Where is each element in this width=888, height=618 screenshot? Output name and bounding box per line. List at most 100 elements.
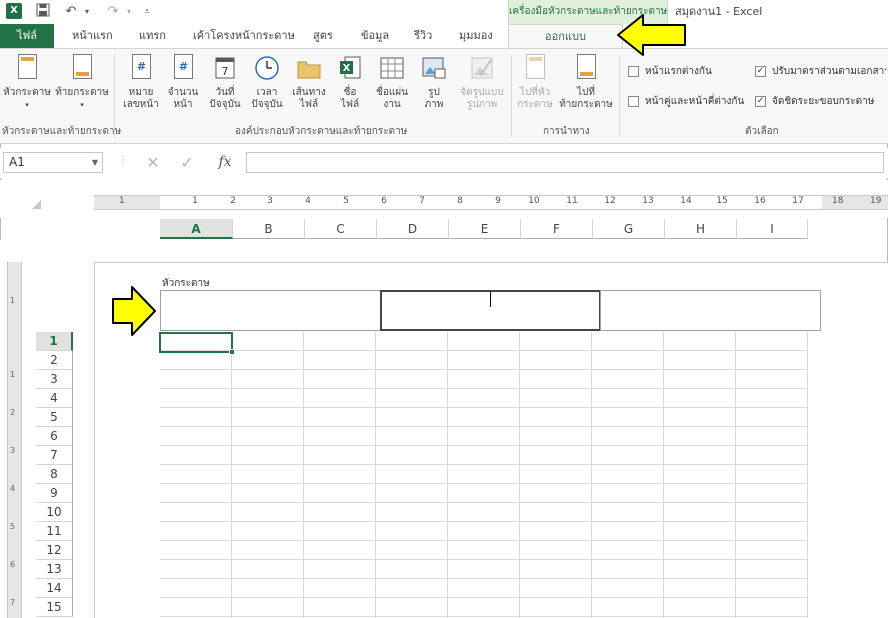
tab-page-layout[interactable]: เค้าโครงหน้ากระดาษ — [193, 24, 295, 48]
row-header[interactable]: 7 — [36, 446, 73, 465]
column-header-a[interactable]: A — [160, 219, 233, 239]
ruler-number: 3 — [267, 196, 273, 206]
insert-function-button[interactable]: fx — [210, 152, 240, 173]
column-header-g[interactable]: G — [593, 219, 665, 239]
goto-footer-label-1: ไปที่ — [577, 87, 595, 98]
goto-header-button[interactable]: ไปที่หัว กระดาษ — [514, 54, 556, 111]
different-first-page-checkbox[interactable] — [628, 66, 639, 77]
redo-dropdown-icon[interactable]: ▾ — [120, 3, 138, 21]
header-button-label: หัวกระดาษ — [3, 87, 51, 98]
vertical-ruler-number: 6 — [10, 560, 16, 569]
file-name-label-2: ไฟล์ — [340, 99, 360, 110]
row-header[interactable]: 14 — [36, 579, 73, 598]
formula-bar-grip-icon: ⋮ — [118, 155, 128, 166]
column-header-c[interactable]: C — [305, 219, 377, 239]
cell-grid[interactable] — [160, 332, 808, 618]
row-header[interactable]: 12 — [36, 541, 73, 560]
callout-arrow-design-tab-icon — [617, 14, 686, 56]
callout-arrow-header-icon — [112, 286, 156, 336]
ribbon-tabs — [0, 24, 888, 48]
footer-button[interactable]: ท้ายกระดาษ ▾ — [54, 54, 110, 111]
active-cell-a1[interactable] — [159, 332, 233, 353]
tab-file[interactable]: ไฟล์ — [0, 24, 54, 48]
ruler-number: 1 — [192, 196, 198, 206]
row-header[interactable]: 13 — [36, 560, 73, 579]
ruler-number: 17 — [792, 196, 804, 206]
group-label-elements: องค์ประกอบหัวกระดาษและท้ายกระดาษ — [235, 126, 408, 137]
row-header[interactable]: 15 — [36, 598, 73, 617]
page-number-label-2: เลขหน้า — [123, 99, 159, 110]
picture-label-2: ภาพ — [424, 99, 444, 110]
tab-review[interactable]: รีวิว — [414, 24, 432, 48]
file-path-label-2: ไฟล์ — [299, 99, 319, 110]
row-header[interactable]: 4 — [36, 389, 73, 408]
current-date-button[interactable]: 7 วันที่ ปัจจุบัน — [204, 54, 246, 111]
page-count-icon: # — [169, 54, 197, 84]
column-header-i[interactable]: I — [737, 219, 808, 239]
page-count-label-1: จำนวน — [167, 87, 199, 98]
tab-formulas[interactable]: สูตร — [313, 24, 333, 48]
different-odd-even-checkbox[interactable] — [628, 96, 639, 107]
excel-logo-icon: X — [6, 3, 22, 19]
header-left-section[interactable] — [160, 290, 381, 331]
name-box[interactable]: A1 ▼ — [3, 152, 103, 173]
row-header[interactable]: 9 — [36, 484, 73, 503]
row-header[interactable]: 11 — [36, 522, 73, 541]
ruler-number: 6 — [381, 196, 387, 206]
cancel-icon[interactable]: ✕ — [138, 152, 168, 173]
header-button[interactable]: หัวกระดาษ ▾ — [2, 54, 52, 111]
undo-dropdown-icon[interactable]: ▾ — [78, 3, 96, 21]
align-with-margins-label: จัดชิดระยะขอบกระดาษ — [772, 96, 875, 107]
picture-icon — [420, 54, 448, 84]
svg-text:7: 7 — [222, 65, 229, 78]
format-picture-button[interactable]: จัดรูปแบบ รูปภาพ — [454, 54, 510, 111]
sheet-grid-icon — [378, 54, 406, 84]
save-icon[interactable] — [34, 3, 52, 21]
fill-handle[interactable] — [229, 349, 235, 355]
column-header-f[interactable]: F — [521, 219, 593, 239]
format-picture-label-1: จัดรูปแบบ — [460, 87, 504, 98]
goto-footer-button[interactable]: ไปที่ ท้ายกระดาษ — [558, 54, 614, 111]
file-name-button[interactable]: X ชื่อ ไฟล์ — [330, 54, 370, 111]
goto-header-icon — [521, 54, 549, 84]
page-count-button[interactable]: # จำนวน หน้า — [162, 54, 204, 111]
row-header[interactable]: 1 — [36, 332, 73, 351]
tab-view[interactable]: มุมมอง — [459, 24, 493, 48]
page-count-label-2: หน้า — [173, 99, 193, 110]
picture-label-1: รูป — [428, 87, 440, 98]
align-with-margins-checkbox[interactable]: ✓ — [755, 96, 766, 107]
row-header[interactable]: 6 — [36, 427, 73, 446]
row-header[interactable]: 2 — [36, 351, 73, 370]
page-number-button[interactable]: # หมาย เลขหน้า — [120, 54, 162, 111]
sheet-name-button[interactable]: ชื่อแผ่น งาน — [370, 54, 414, 111]
tab-home[interactable]: หน้าแรก — [72, 24, 113, 48]
qat-customize-icon[interactable]: ⩡ — [138, 3, 156, 21]
column-header-d[interactable]: D — [377, 219, 449, 239]
column-header-e[interactable]: E — [449, 219, 521, 239]
row-header[interactable]: 3 — [36, 370, 73, 389]
vertical-ruler-number: 2 — [10, 408, 16, 417]
enter-icon[interactable]: ✓ — [172, 152, 202, 173]
ruler-number: 16 — [754, 196, 766, 206]
vertical-ruler-number: 3 — [10, 446, 16, 455]
goto-footer-label-2: ท้ายกระดาษ — [559, 99, 613, 110]
row-header[interactable]: 10 — [36, 503, 73, 522]
name-box-dropdown-icon[interactable]: ▼ — [92, 153, 98, 172]
current-time-button[interactable]: เวลา ปัจจุบัน — [246, 54, 288, 111]
formula-input[interactable] — [246, 152, 884, 173]
column-header-h[interactable]: H — [665, 219, 737, 239]
tab-design[interactable]: ออกแบบ — [508, 24, 623, 49]
ruler-number: 1 — [119, 196, 125, 206]
tab-insert[interactable]: แทรก — [139, 24, 166, 48]
select-all-corner[interactable] — [32, 200, 41, 209]
column-header-b[interactable]: B — [233, 219, 305, 239]
row-header[interactable]: 8 — [36, 465, 73, 484]
scale-with-document-checkbox[interactable]: ✓ — [755, 66, 766, 77]
goto-footer-icon — [572, 54, 600, 84]
header-right-section[interactable] — [600, 290, 821, 331]
tab-data[interactable]: ข้อมูล — [361, 24, 389, 48]
vertical-ruler-number: 1 — [10, 296, 16, 305]
row-header[interactable]: 5 — [36, 408, 73, 427]
picture-button[interactable]: รูป ภาพ — [414, 54, 454, 111]
file-path-button[interactable]: เส้นทาง ไฟล์ — [288, 54, 330, 111]
